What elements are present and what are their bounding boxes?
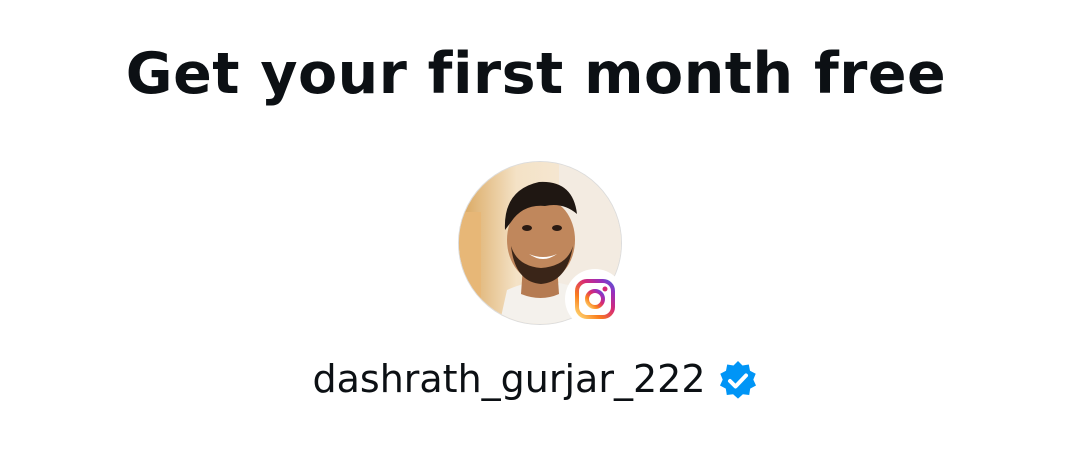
instagram-badge (565, 269, 625, 329)
username-row: dashrath_gurjar_222 (0, 354, 1072, 404)
username: dashrath_gurjar_222 (312, 357, 706, 401)
instagram-icon (575, 279, 615, 319)
promo-screen: Get your first month free dashrath_gurja… (0, 0, 1072, 466)
headline: Get your first month free (125, 41, 947, 107)
verified-badge-icon (719, 361, 756, 399)
profile-avatar-container (458, 161, 625, 329)
